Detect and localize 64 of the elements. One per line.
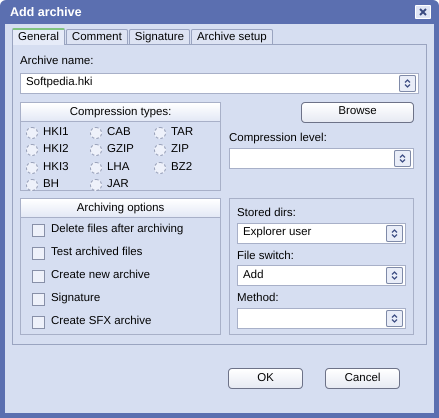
checkbox[interactable]	[32, 292, 45, 306]
radio-label: HKI3	[43, 160, 69, 174]
radio-button[interactable]	[26, 126, 38, 139]
field-label: Compression level:	[229, 132, 328, 146]
group-header: Archiving options	[21, 198, 220, 218]
up-down-arrows-icon	[391, 271, 398, 280]
radio-label: HKI2	[43, 143, 69, 157]
tab[interactable]: Comment	[66, 29, 128, 44]
radio-button[interactable]	[90, 144, 102, 156]
radio-label: CAB	[107, 126, 131, 140]
radio-label: GZIP	[107, 143, 134, 157]
field-label: Method:	[237, 292, 280, 306]
tab[interactable]: Signature	[128, 29, 190, 44]
field-label: File switch:	[237, 250, 295, 264]
checkbox[interactable]	[32, 246, 45, 260]
radio-label: BH	[43, 178, 59, 192]
up-down-arrows-icon	[391, 314, 398, 324]
checkbox-label: Create new archive	[51, 269, 150, 284]
checkbox-label: Signature	[51, 292, 100, 306]
radio-label: ZIP	[171, 143, 189, 157]
field-label: Stored dirs:	[237, 206, 297, 221]
dropdown-button[interactable]	[386, 224, 403, 242]
up-down-arrows-icon	[404, 78, 411, 88]
close-icon	[419, 8, 427, 16]
browse-button[interactable]: Browse	[301, 102, 414, 123]
dropdown-field[interactable]: Explorer user	[237, 222, 406, 244]
tab[interactable]: Archive setup	[191, 29, 273, 44]
radio-label: JAR	[107, 178, 129, 192]
radio-button[interactable]	[154, 162, 166, 174]
dropdown-button[interactable]	[394, 150, 411, 167]
up-down-arrows-icon	[399, 154, 406, 163]
radio-button[interactable]	[26, 179, 38, 192]
up-down-arrows-icon	[391, 228, 398, 238]
dropdown-button[interactable]	[386, 267, 403, 284]
tab[interactable]: General	[12, 28, 65, 45]
dropdown-field[interactable]: Softpedia.hki	[20, 72, 419, 94]
radio-button[interactable]	[154, 126, 166, 139]
close-button[interactable]	[415, 5, 431, 19]
checkbox-label: Create SFX archive	[51, 315, 152, 330]
radio-label: TAR	[171, 126, 194, 140]
checkbox-label: Test archived files	[51, 246, 142, 260]
checkbox[interactable]	[32, 270, 45, 283]
window-title: Add archive	[10, 4, 82, 20]
field-label: Archive name:	[20, 55, 95, 69]
radio-label: LHA	[107, 160, 130, 174]
radio-button[interactable]	[26, 144, 38, 156]
dropdown-button[interactable]	[399, 74, 416, 92]
dropdown-button[interactable]	[386, 310, 403, 328]
radio-label: BZ2	[171, 160, 192, 174]
radio-button[interactable]	[90, 162, 102, 174]
dropdown-field[interactable]: Add	[237, 265, 406, 286]
cancel-button[interactable]: Cancel	[325, 368, 400, 389]
radio-button[interactable]	[90, 179, 102, 192]
checkbox[interactable]	[32, 316, 45, 329]
radio-button[interactable]	[154, 144, 166, 156]
radio-button[interactable]	[90, 126, 102, 139]
checkbox-label: Delete files after archiving	[51, 223, 184, 238]
dropdown-field[interactable]	[229, 148, 414, 169]
dropdown-field[interactable]	[237, 308, 406, 330]
radio-button[interactable]	[26, 162, 38, 174]
group-header: Compression types:	[21, 102, 220, 122]
ok-button[interactable]: OK	[228, 368, 303, 389]
radio-label: HKI1	[43, 126, 69, 140]
checkbox[interactable]	[32, 224, 45, 237]
